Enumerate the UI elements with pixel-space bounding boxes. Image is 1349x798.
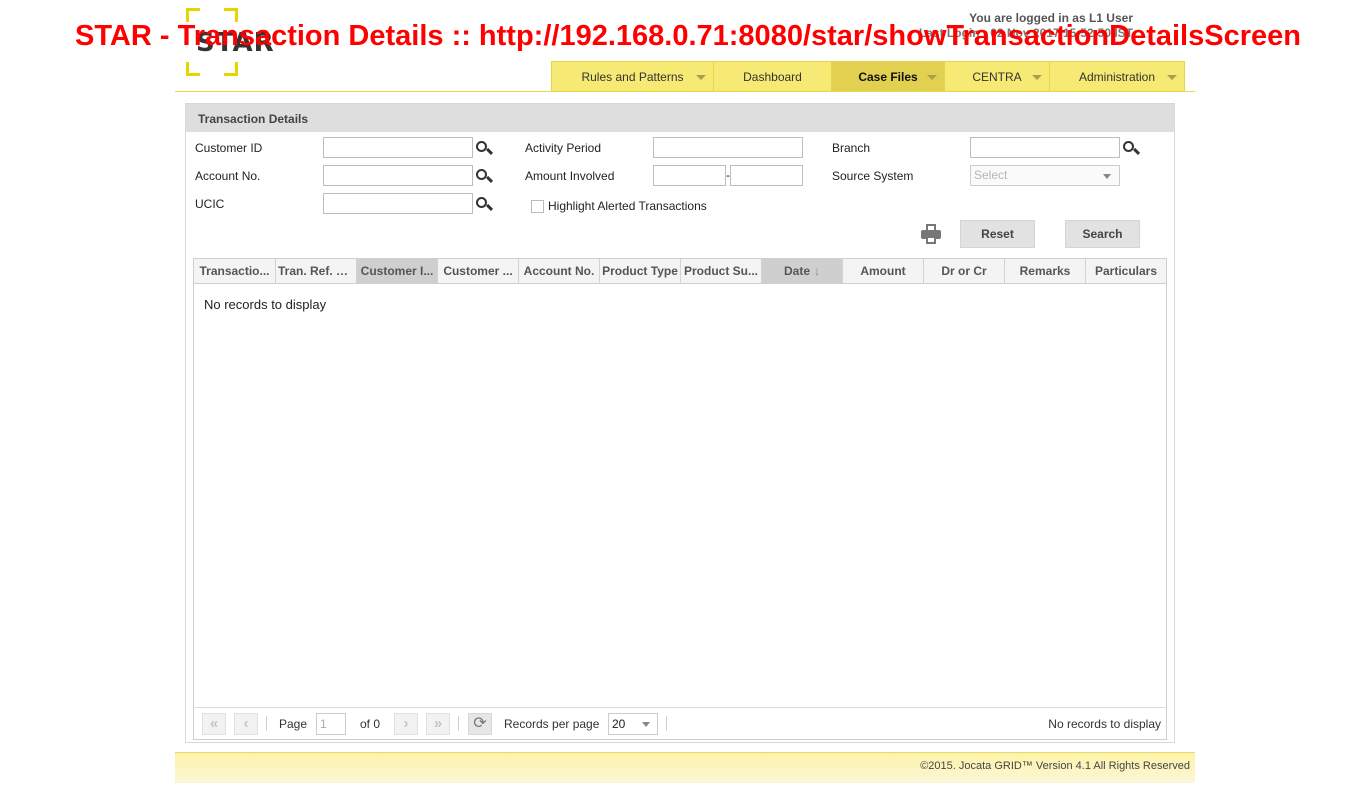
account-no-label: Account No. [195,169,261,183]
records-per-page-select[interactable]: 20 [608,713,658,735]
logged-in-text: You are logged in as L1 User [969,11,1133,25]
highlight-alerted-checkbox[interactable] [531,200,544,213]
col-customer-name[interactable]: Customer ... [438,259,519,283]
first-page-icon[interactable]: « [202,713,226,735]
refresh-icon[interactable]: ⟳ [468,713,492,735]
nav-case-files[interactable]: Case Files [832,62,945,91]
nav-dashboard[interactable]: Dashboard [714,62,832,91]
search-icon[interactable] [476,197,493,213]
user-info: You are logged in as L1 User Last Login … [919,11,1133,41]
source-system-select[interactable]: Select [970,165,1120,186]
records-per-page-value: 20 [612,717,626,731]
pager-status: No records to display [1048,717,1161,731]
printer-icon[interactable] [921,224,941,244]
nav-label: Dashboard [743,70,802,84]
chevron-down-icon [1103,174,1111,179]
highlight-alerted-label: Highlight Alerted Transactions [548,199,707,213]
col-tran-ref-no[interactable]: Tran. Ref. No. [276,259,357,283]
panel-title: Transaction Details [186,104,1174,132]
records-per-page-label: Records per page [504,717,600,731]
last-page-icon[interactable]: » [426,713,450,735]
col-product-type[interactable]: Product Type [600,259,681,283]
ucic-label: UCIC [195,197,225,211]
sort-desc-icon: ↓ [814,264,820,278]
nav-label: CENTRA [972,70,1022,84]
transactions-grid: Transactio... Tran. Ref. No. Customer I.… [193,258,1167,740]
col-account-no[interactable]: Account No. [519,259,600,283]
pager-divider [666,716,667,731]
search-icon[interactable] [476,169,493,185]
customer-id-input[interactable] [323,137,473,158]
header-divider [175,91,1195,92]
activity-period-label: Activity Period [525,141,602,155]
page-number-input[interactable]: 1 [316,713,346,735]
next-page-icon[interactable]: › [394,713,418,735]
branch-input[interactable] [970,137,1120,158]
branch-label: Branch [832,141,871,155]
col-dr-or-cr[interactable]: Dr or Cr [924,259,1005,283]
logo-text: STAR [196,28,275,58]
nav-centra[interactable]: CENTRA [945,62,1050,91]
col-particulars[interactable]: Particulars [1086,259,1166,283]
nav-label: Case Files [858,70,918,84]
search-icon[interactable] [476,141,493,157]
pager-divider [458,716,459,731]
customer-id-label: Customer ID [195,141,263,155]
nav-label: Administration [1078,70,1156,84]
pager-divider [266,716,267,731]
star-logo: STAR [186,8,274,76]
search-icon[interactable] [1123,141,1140,157]
nav-rules-and-patterns[interactable]: Rules and Patterns [552,62,714,91]
ucic-input[interactable] [323,193,473,214]
grid-pager: « ‹ Page 1 of 0 › » ⟳ Records per page 2… [194,707,1166,739]
search-button[interactable]: Search [1065,220,1140,248]
nav-administration[interactable]: Administration [1050,62,1184,91]
col-date-label: Date [783,264,810,278]
grid-empty-message: No records to display [204,297,327,312]
chevron-down-icon [1167,75,1177,80]
footer: ©2015. Jocata GRID™ Version 4.1 All Righ… [175,752,1195,783]
col-customer-id[interactable]: Customer I... [357,259,438,283]
page-label: Page [279,717,308,731]
source-system-label: Source System [832,169,914,183]
col-transaction[interactable]: Transactio... [194,259,276,283]
col-amount[interactable]: Amount [843,259,924,283]
page-of-label: of 0 [360,717,381,731]
activity-period-input[interactable] [653,137,803,158]
amount-to-input[interactable] [730,165,803,186]
amount-involved-label: Amount Involved [525,169,615,183]
col-date[interactable]: Date ↓ [762,259,843,283]
chevron-down-icon [927,75,937,80]
last-login-text: Last Login : 02 Nov 2017 15:52:50 IST [918,26,1133,40]
prev-page-icon[interactable]: ‹ [234,713,258,735]
amount-from-input[interactable] [653,165,726,186]
chevron-down-icon [642,722,650,727]
reset-button[interactable]: Reset [960,220,1035,248]
source-system-placeholder: Select [974,168,1008,182]
col-remarks[interactable]: Remarks [1005,259,1086,283]
chevron-down-icon [1032,75,1042,80]
col-product-subtype[interactable]: Product Su... [681,259,762,283]
nav-label: Rules and Patterns [581,70,684,84]
main-nav: Rules and Patterns Dashboard Case Files … [551,61,1185,92]
chevron-down-icon [696,75,706,80]
grid-header: Transactio... Tran. Ref. No. Customer I.… [194,259,1166,284]
account-no-input[interactable] [323,165,473,186]
